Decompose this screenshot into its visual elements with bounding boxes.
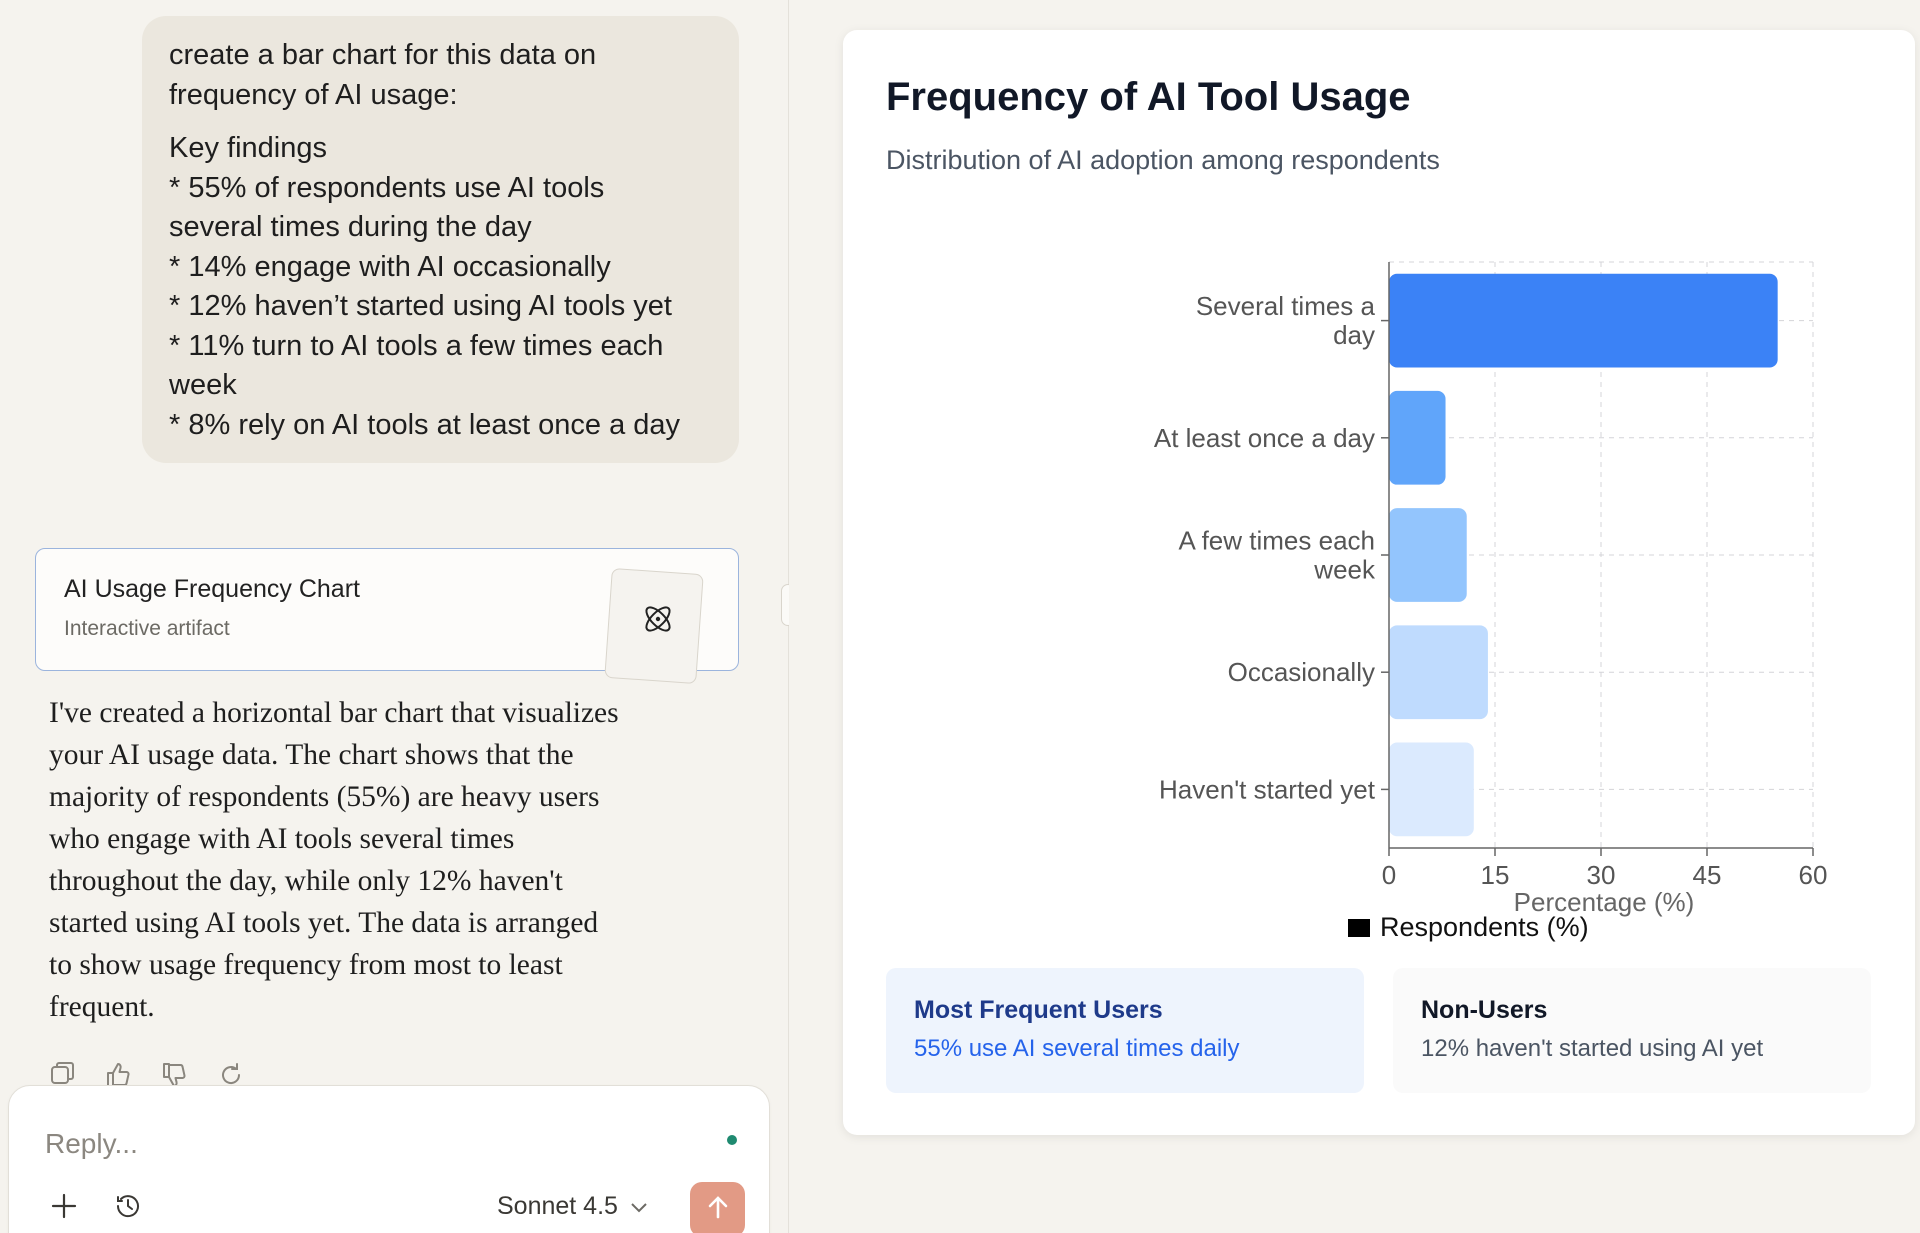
user-message-line: * 8% rely on AI tools at least once a da… — [169, 408, 681, 441]
clock-icon[interactable] — [113, 1191, 143, 1221]
chart-title: Frequency of AI Tool Usage — [886, 75, 1411, 119]
status-dot — [727, 1135, 737, 1145]
card-text: 55% use AI several times daily — [914, 1035, 1240, 1062]
legend-label: Respondents (%) — [1380, 912, 1589, 942]
x-tick-label: 0 — [1382, 860, 1396, 890]
user-message-line: week — [169, 369, 237, 401]
bar-chart: Several times aday At least once a day A f… — [1154, 261, 1828, 942]
card-text: 12% haven't started using AI yet — [1421, 1035, 1764, 1062]
bar — [1389, 390, 1446, 485]
user-message-line — [169, 115, 712, 129]
x-tick-label: 45 — [1693, 860, 1722, 890]
assistant-message-line: who engage with AI tools several times — [49, 823, 515, 855]
assistant-message-line: to show usage frequency from most to lea… — [49, 949, 563, 981]
bar — [1389, 625, 1488, 720]
artifact-card[interactable]: AI Usage Frequency Chart Interactive art… — [35, 548, 739, 685]
reply-composer: Sonnet 4.5 — [8, 1085, 770, 1233]
chart-card: Frequency of AI Tool Usage Distribution … — [843, 30, 1915, 1135]
assistant-message: I've created a horizontal bar chart that… — [49, 692, 709, 1028]
card-heading: Non-Users — [1421, 996, 1548, 1024]
model-selector[interactable]: Sonnet 4.5 — [497, 1192, 648, 1221]
y-tick-label: Several times a — [1196, 291, 1376, 321]
artifact-title: AI Usage Frequency Chart — [64, 575, 360, 603]
chevron-down-icon — [631, 1202, 647, 1212]
assistant-message-line: your AI usage data. The chart shows that… — [49, 739, 574, 771]
legend-swatch — [1348, 919, 1370, 937]
card-heading: Most Frequent Users — [914, 996, 1163, 1024]
user-message-line: * 12% haven’t started using AI tools yet — [169, 290, 672, 322]
user-message-line: * 11% turn to AI tools a few times each — [169, 329, 664, 362]
assistant-message-line: frequent. — [49, 991, 155, 1023]
y-tick-label: Occasionally — [1228, 657, 1375, 687]
y-tick-label: day — [1333, 320, 1375, 350]
user-message-line: Key findings — [169, 132, 327, 164]
user-message-line: several times during the day — [169, 211, 532, 243]
user-message-line: * 55% of respondents use AI tools — [169, 171, 605, 204]
assistant-message-line: majority of respondents (55%) are heavy … — [49, 781, 600, 813]
chart-subtitle: Distribution of AI adoption among respon… — [886, 145, 1440, 175]
y-tick-label: week — [1313, 555, 1376, 585]
assistant-message-line: started using AI tools yet. The data is … — [49, 907, 599, 939]
y-tick-label: At least once a day — [1154, 423, 1375, 453]
bar — [1389, 742, 1474, 837]
user-message-line: * 14% engage with AI occasionally — [169, 250, 611, 283]
user-message-line: frequency of AI usage: — [169, 78, 458, 111]
model-name: Sonnet 4.5 — [497, 1192, 618, 1220]
x-tick-label: 60 — [1799, 860, 1828, 890]
bar — [1389, 508, 1467, 602]
bar — [1389, 273, 1778, 368]
plus-icon[interactable] — [49, 1191, 79, 1221]
atom-icon — [645, 606, 671, 632]
assistant-message-line: throughout the day, while only 12% haven… — [49, 865, 563, 897]
send-button[interactable] — [690, 1182, 745, 1233]
user-message-line: create a bar chart for this data on — [169, 39, 597, 71]
user-message-bubble: create a bar chart for this data on frequ… — [142, 16, 739, 463]
arrow-up-icon — [708, 1196, 727, 1219]
y-tick-label: A few times each — [1178, 526, 1375, 556]
most-frequent-users-card: Most Frequent Users 55% use AI several t… — [886, 968, 1364, 1093]
assistant-message-line: I've created a horizontal bar chart that… — [49, 697, 619, 729]
x-tick-label: 30 — [1587, 860, 1616, 890]
chat-pane: create a bar chart for this data on frequ… — [0, 0, 788, 1233]
artifact-subtitle: Interactive artifact — [64, 617, 230, 640]
reply-input[interactable] — [45, 1124, 645, 1164]
x-tick-label: 15 — [1481, 860, 1510, 890]
y-tick-label: Haven't started yet — [1159, 774, 1376, 804]
non-users-card: Non-Users 12% haven't started using AI y… — [1393, 968, 1871, 1093]
